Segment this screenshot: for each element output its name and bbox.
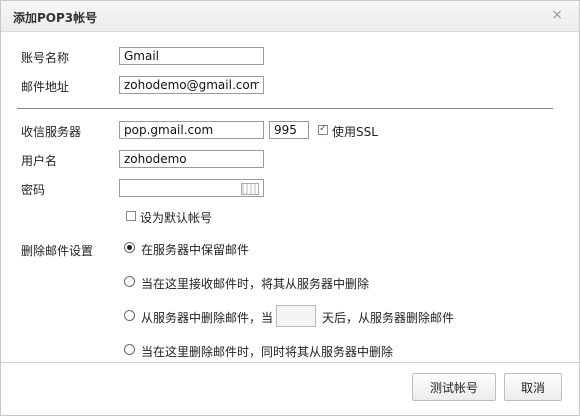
incoming-server-input[interactable] — [119, 121, 264, 139]
radio-keep-on-server[interactable] — [124, 242, 135, 253]
radio-delete-on-receive[interactable] — [124, 276, 135, 287]
dialog-title: 添加POP3帐号 — [13, 11, 98, 25]
section-divider — [17, 108, 553, 109]
dialog-titlebar: 添加POP3帐号 × — [1, 1, 579, 32]
ssl-checkbox[interactable] — [318, 123, 328, 135]
virtual-keyboard-icon[interactable] — [241, 183, 259, 195]
account-name-label: 账号名称 — [21, 51, 70, 65]
default-account-label: 设为默认帐号 — [140, 211, 213, 225]
keep-on-server-label: 在服务器中保留邮件 — [141, 243, 250, 257]
delete-on-receive-label: 当在这里接收邮件时，将其从服务器中删除 — [141, 277, 370, 291]
delete-after-days-label-after: 天后，从服务器删除邮件 — [322, 311, 455, 325]
close-icon[interactable]: × — [551, 7, 563, 23]
username-label: 用户名 — [21, 154, 58, 168]
footer-divider — [1, 362, 579, 363]
password-label: 密码 — [21, 183, 46, 197]
email-address-input[interactable] — [119, 76, 264, 94]
email-address-label: 邮件地址 — [21, 80, 70, 94]
account-name-input[interactable] — [119, 47, 264, 65]
delete-after-days-label-before: 从服务器中删除邮件，当 — [141, 311, 274, 325]
delete-on-local-delete-label: 当在这里删除邮件时，同时将其从服务器中删除 — [141, 345, 394, 359]
password-input[interactable] — [119, 179, 264, 197]
delete-settings-label: 删除邮件设置 — [21, 244, 94, 258]
username-input[interactable] — [119, 150, 264, 168]
delete-days-input[interactable] — [276, 305, 316, 327]
radio-delete-on-local-delete[interactable] — [124, 344, 135, 355]
add-pop3-dialog: 添加POP3帐号 × 账号名称 邮件地址 收信服务器 使用SSL 用户名 密码 … — [0, 0, 580, 416]
incoming-server-label: 收信服务器 — [21, 125, 82, 139]
default-account-checkbox[interactable] — [126, 211, 136, 221]
port-input[interactable] — [269, 121, 309, 139]
ssl-label: 使用SSL — [332, 125, 378, 139]
cancel-button[interactable]: 取消 — [504, 373, 562, 401]
radio-delete-after-days[interactable] — [124, 310, 135, 321]
test-account-button[interactable]: 测试帐号 — [412, 373, 496, 401]
